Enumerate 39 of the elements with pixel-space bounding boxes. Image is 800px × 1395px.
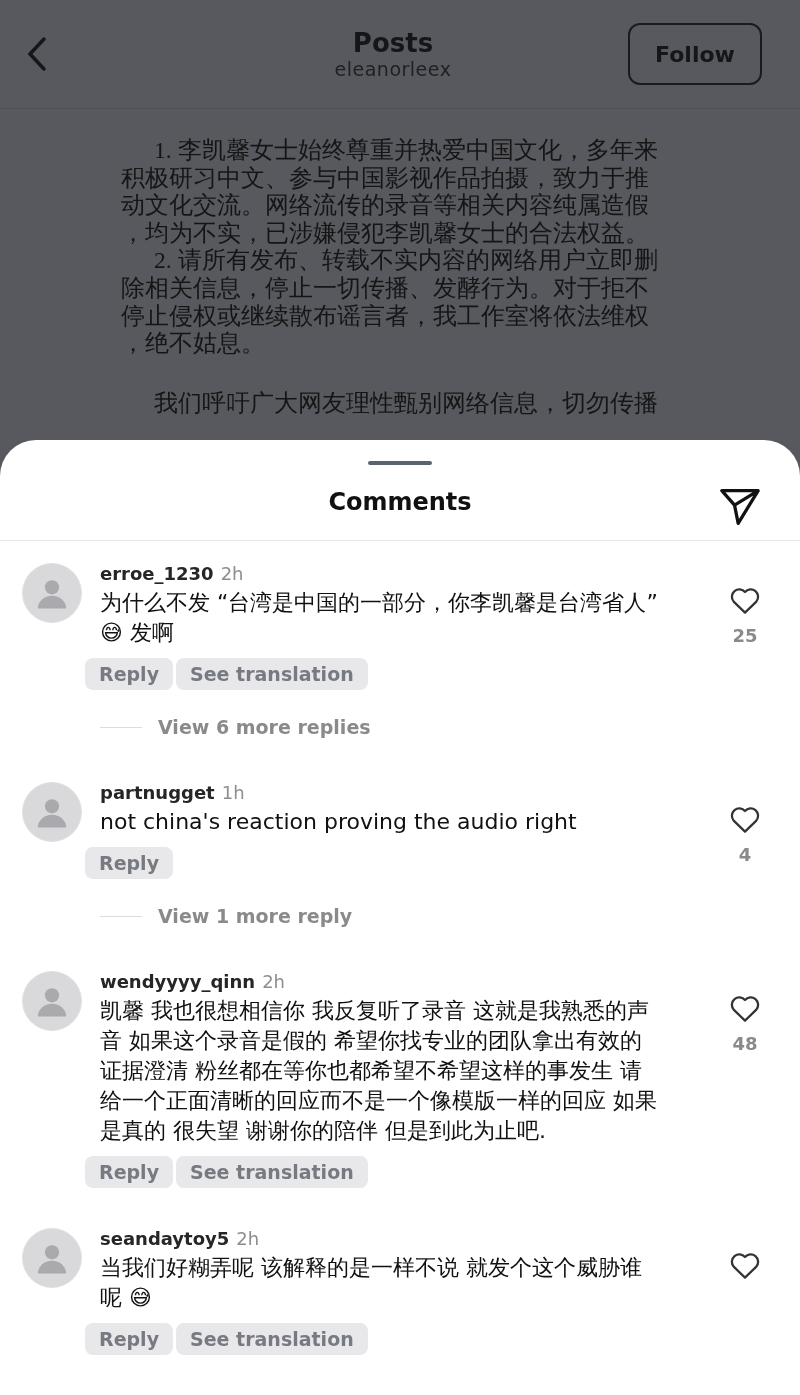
post-paragraph: 2. 请所有发布、转载不实内容的网络用户立即删除相关信息，停止一切传播、发酵行为。对于拒不停止侵权或继续散布谣言者，我工作室将依法维权，绝不姑息。	[121, 247, 659, 358]
translation-button[interactable]: See translation	[176, 1323, 368, 1355]
paper-plane-icon	[718, 486, 762, 527]
comment-time: 2h	[236, 1228, 260, 1249]
comment-time: 1h	[221, 782, 245, 803]
comment-username[interactable]: wendyyyy_qinn	[100, 971, 256, 992]
translation-button[interactable]: See translation	[176, 658, 368, 690]
share-button[interactable]	[718, 486, 762, 527]
like-count: 48	[732, 1033, 758, 1054]
back-icon	[26, 36, 48, 72]
reply-button[interactable]: Reply	[85, 1323, 173, 1355]
reply-button[interactable]: Reply	[85, 658, 173, 690]
translation-button[interactable]: See translation	[176, 1156, 368, 1188]
comment-username[interactable]: partnugget	[100, 782, 215, 803]
heart-icon[interactable]	[729, 804, 761, 834]
comment-text: not china's reaction proving the audio right	[100, 808, 578, 836]
comment-text: 为什么不发 “台湾是中国的一部分，你李凯馨是台湾省人” 😅 发啊	[100, 589, 658, 647]
drag-handle[interactable]	[368, 461, 432, 465]
reply-button[interactable]: Reply	[85, 1156, 173, 1188]
post-paragraph: 1. 李凯馨女士始终尊重并热爱中国文化，多年来积极研习中文、参与中国影视作品拍摄，致力于推动文化交流。网络流传的录音等相关内容纯属造假，均为不实，已涉嫌侵犯李凯馨女士的合法权益。	[121, 137, 659, 248]
like-count: 4	[738, 844, 752, 865]
comment-text: 凯馨 我也很想相信你 我反复听了录音 这就是我熟悉的声音 如果这个录音是假的 希望你找专业的团队拿出有效的证据澄清 粉丝都在等你也都希望不希望这样的事发生 请给一个正面清晰的回应而不是一个像模版一样的回应 如果是真的 很失望 谢谢你的陪伴 但是到此为止吧.	[100, 997, 658, 1145]
reply-button[interactable]: Reply	[85, 847, 173, 879]
post-paragraph: 我们呼吁广大网友理性甄别网络信息，切勿传播	[153, 389, 660, 418]
comment-username[interactable]: seandaytoy5	[100, 1228, 230, 1249]
comment-text: 当我们好糊弄呢 该解释的是一样不说 就发个这个威胁谁呢 😅	[100, 1254, 643, 1312]
comment-username[interactable]: erroe_1230	[100, 563, 214, 584]
view-replies-link[interactable]: View 1 more reply	[158, 905, 353, 927]
comment-time: 2h	[262, 971, 286, 992]
heart-icon[interactable]	[729, 585, 761, 615]
heart-icon[interactable]	[729, 1250, 761, 1280]
heart-icon[interactable]	[729, 993, 761, 1023]
page-title: Posts	[352, 28, 434, 58]
comment-time: 2h	[220, 563, 244, 584]
like-count: 25	[732, 625, 758, 646]
follow-button[interactable]: Follow	[628, 23, 762, 85]
view-replies-link[interactable]: View 6 more replies	[158, 716, 371, 738]
sheet-title: Comments	[328, 488, 472, 517]
username-subtitle: eleanorleex	[334, 58, 452, 80]
